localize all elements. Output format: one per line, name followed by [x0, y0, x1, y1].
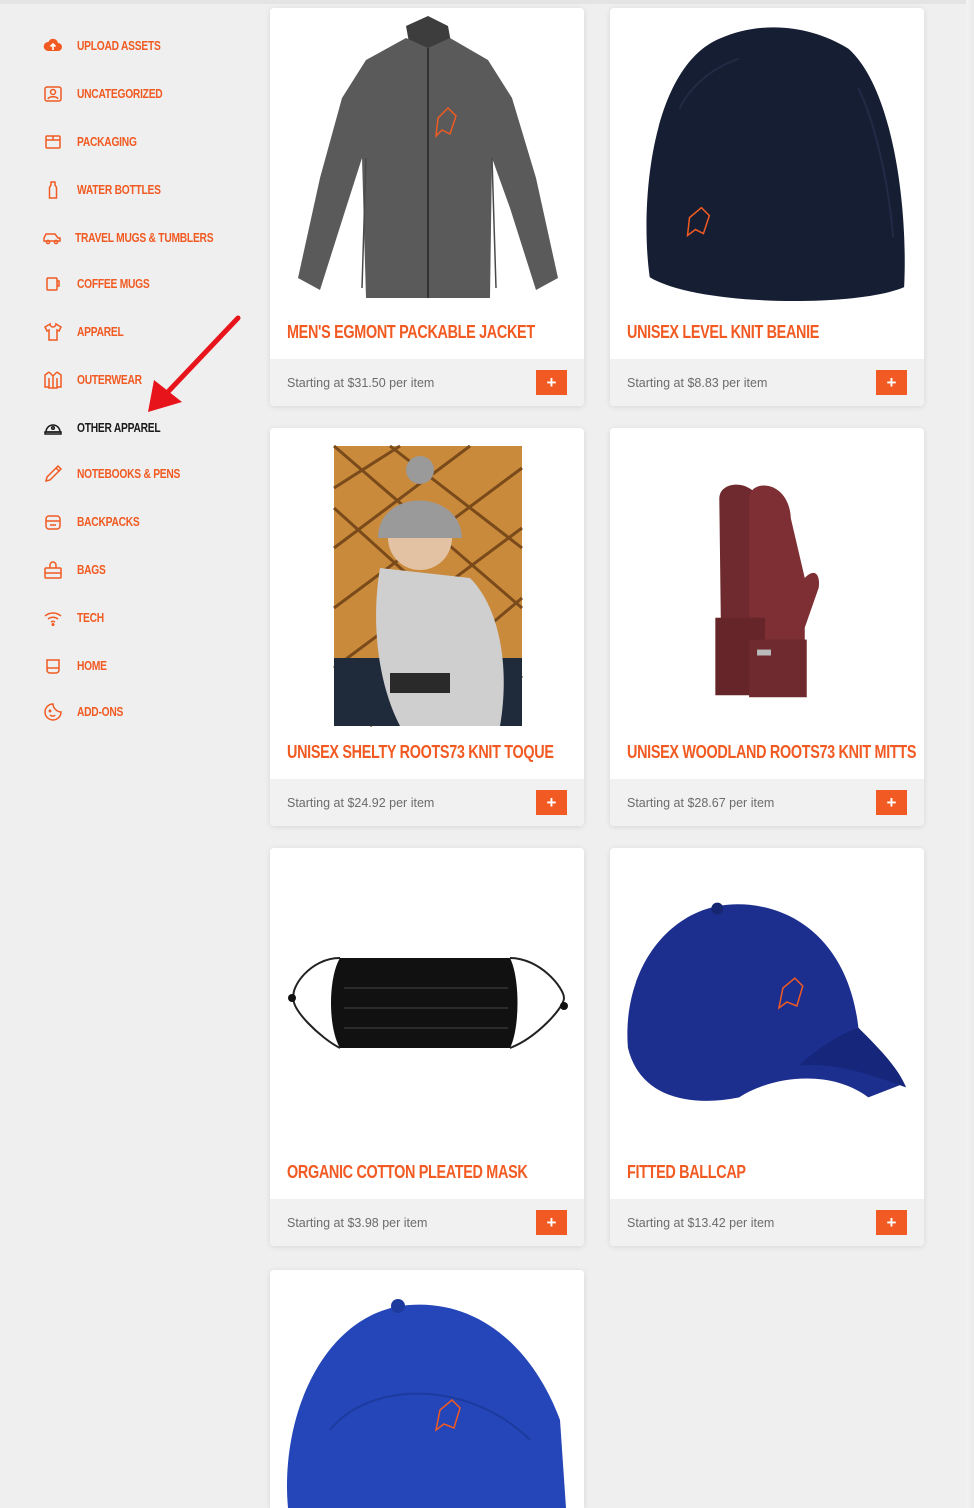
- sidebar-item-bags[interactable]: Bags: [42, 554, 242, 586]
- sidebar-item-label: Home: [77, 659, 107, 673]
- tshirt-icon: [42, 321, 64, 343]
- product-footer: Starting at $3.98 per item +: [270, 1199, 584, 1246]
- bag-icon: [42, 559, 64, 581]
- sidebar-item-label: Tech: [77, 611, 104, 625]
- sidebar-item-label: Outerwear: [77, 373, 142, 387]
- top-border: [0, 0, 974, 4]
- sidebar-item-water-bottles[interactable]: Water Bottles: [42, 174, 242, 206]
- product-title[interactable]: Men's Egmont Packable Jacket: [287, 322, 535, 343]
- sidebar-item-upload-assets[interactable]: Upload Assets: [42, 30, 242, 62]
- product-card[interactable]: Men's Egmont Packable Jacket Starting at…: [270, 8, 584, 406]
- product-footer: Starting at $31.50 per item +: [270, 359, 584, 406]
- product-footer: Starting at $13.42 per item +: [610, 1199, 924, 1246]
- product-card[interactable]: Fitted Ballcap Starting at $13.42 per it…: [610, 848, 924, 1246]
- bottle-icon: [42, 179, 64, 201]
- product-title[interactable]: Fitted Ballcap: [627, 1162, 746, 1183]
- product-title[interactable]: Unisex Woodland Roots73 Knit Mitts: [627, 742, 916, 763]
- product-price: Starting at $28.67 per item: [627, 795, 775, 810]
- sidebar-item-label: Travel Mugs & Tumblers: [75, 231, 214, 245]
- sidebar-item-label: Coffee Mugs: [77, 277, 150, 291]
- backpack-icon: [42, 511, 64, 533]
- sidebar-item-home[interactable]: Home: [42, 650, 242, 682]
- sidebar-item-label: Add-Ons: [77, 705, 124, 719]
- product-card[interactable]: Unisex Woodland Roots73 Knit Mitts Start…: [610, 428, 924, 826]
- product-image-toque: [332, 444, 524, 728]
- car-icon: [42, 227, 62, 249]
- sidebar-item-label: Uncategorized: [77, 87, 163, 101]
- sidebar-item-label: Other Apparel: [77, 421, 161, 435]
- cap-icon: [42, 417, 64, 439]
- product-card[interactable]: [270, 1270, 584, 1508]
- product-title[interactable]: Organic Cotton Pleated Mask: [287, 1162, 528, 1183]
- sidebar-item-label: Water Bottles: [77, 183, 161, 197]
- add-to-cart-button[interactable]: +: [536, 1210, 567, 1235]
- product-price: Starting at $13.42 per item: [627, 1215, 775, 1230]
- sidebar-item-label: Packaging: [77, 135, 137, 149]
- sidebar-item-label: Apparel: [77, 325, 124, 339]
- add-to-cart-button[interactable]: +: [536, 370, 567, 395]
- product-price: Starting at $8.83 per item: [627, 375, 768, 390]
- product-image-ballcap: [627, 902, 907, 1101]
- product-image-mask: [288, 957, 568, 1049]
- product-card[interactable]: Unisex Shelty Roots73 Knit Toque Startin…: [270, 428, 584, 826]
- smile-sticker-icon: [42, 701, 64, 723]
- add-to-cart-button[interactable]: +: [876, 370, 907, 395]
- sidebar-item-notebooks-pens[interactable]: Notebooks & Pens: [42, 458, 242, 490]
- product-image-jacket: [298, 16, 558, 298]
- product-footer: Starting at $8.83 per item +: [610, 359, 924, 406]
- home-bowl-icon: [42, 655, 64, 677]
- box-icon: [42, 131, 64, 153]
- cloud-upload-icon: [42, 35, 64, 57]
- sidebar-item-add-ons[interactable]: Add-Ons: [42, 696, 242, 728]
- product-price: Starting at $31.50 per item: [287, 375, 435, 390]
- mug-icon: [42, 273, 64, 295]
- sidebar-item-packaging[interactable]: Packaging: [42, 126, 242, 158]
- sidebar-item-label: Notebooks & Pens: [77, 467, 181, 481]
- sidebar-item-label: Bags: [77, 563, 106, 577]
- product-image-mitts: [715, 484, 820, 698]
- add-to-cart-button[interactable]: +: [876, 790, 907, 815]
- product-price: Starting at $24.92 per item: [287, 795, 435, 810]
- right-edge: [966, 0, 974, 1508]
- product-footer: Starting at $28.67 per item +: [610, 779, 924, 826]
- product-title[interactable]: Unisex Level Knit Beanie: [627, 322, 819, 343]
- add-to-cart-button[interactable]: +: [536, 790, 567, 815]
- sidebar-item-backpacks[interactable]: Backpacks: [42, 506, 242, 538]
- sidebar-item-tech[interactable]: Tech: [42, 602, 242, 634]
- product-card[interactable]: Organic Cotton Pleated Mask Starting at …: [270, 848, 584, 1246]
- sidebar-item-label: Backpacks: [77, 515, 140, 529]
- product-image-cap: [286, 1299, 566, 1508]
- product-price: Starting at $3.98 per item: [287, 1215, 428, 1230]
- wifi-icon: [42, 607, 64, 629]
- sidebar-item-coffee-mugs[interactable]: Coffee Mugs: [42, 268, 242, 300]
- sidebar-item-uncategorized[interactable]: Uncategorized: [42, 78, 242, 110]
- sidebar-item-label: Upload Assets: [77, 39, 161, 53]
- annotation-arrow-icon: [148, 315, 241, 412]
- add-to-cart-button[interactable]: +: [876, 1210, 907, 1235]
- pen-icon: [42, 463, 64, 485]
- product-card[interactable]: Unisex Level Knit Beanie Starting at $8.…: [610, 8, 924, 406]
- product-title[interactable]: Unisex Shelty Roots73 Knit Toque: [287, 742, 554, 763]
- sidebar-item-travel-mugs[interactable]: Travel Mugs & Tumblers: [42, 222, 242, 254]
- person-badge-icon: [42, 83, 64, 105]
- jacket-icon: [42, 369, 64, 391]
- product-image-beanie: [646, 27, 905, 302]
- product-footer: Starting at $24.92 per item +: [270, 779, 584, 826]
